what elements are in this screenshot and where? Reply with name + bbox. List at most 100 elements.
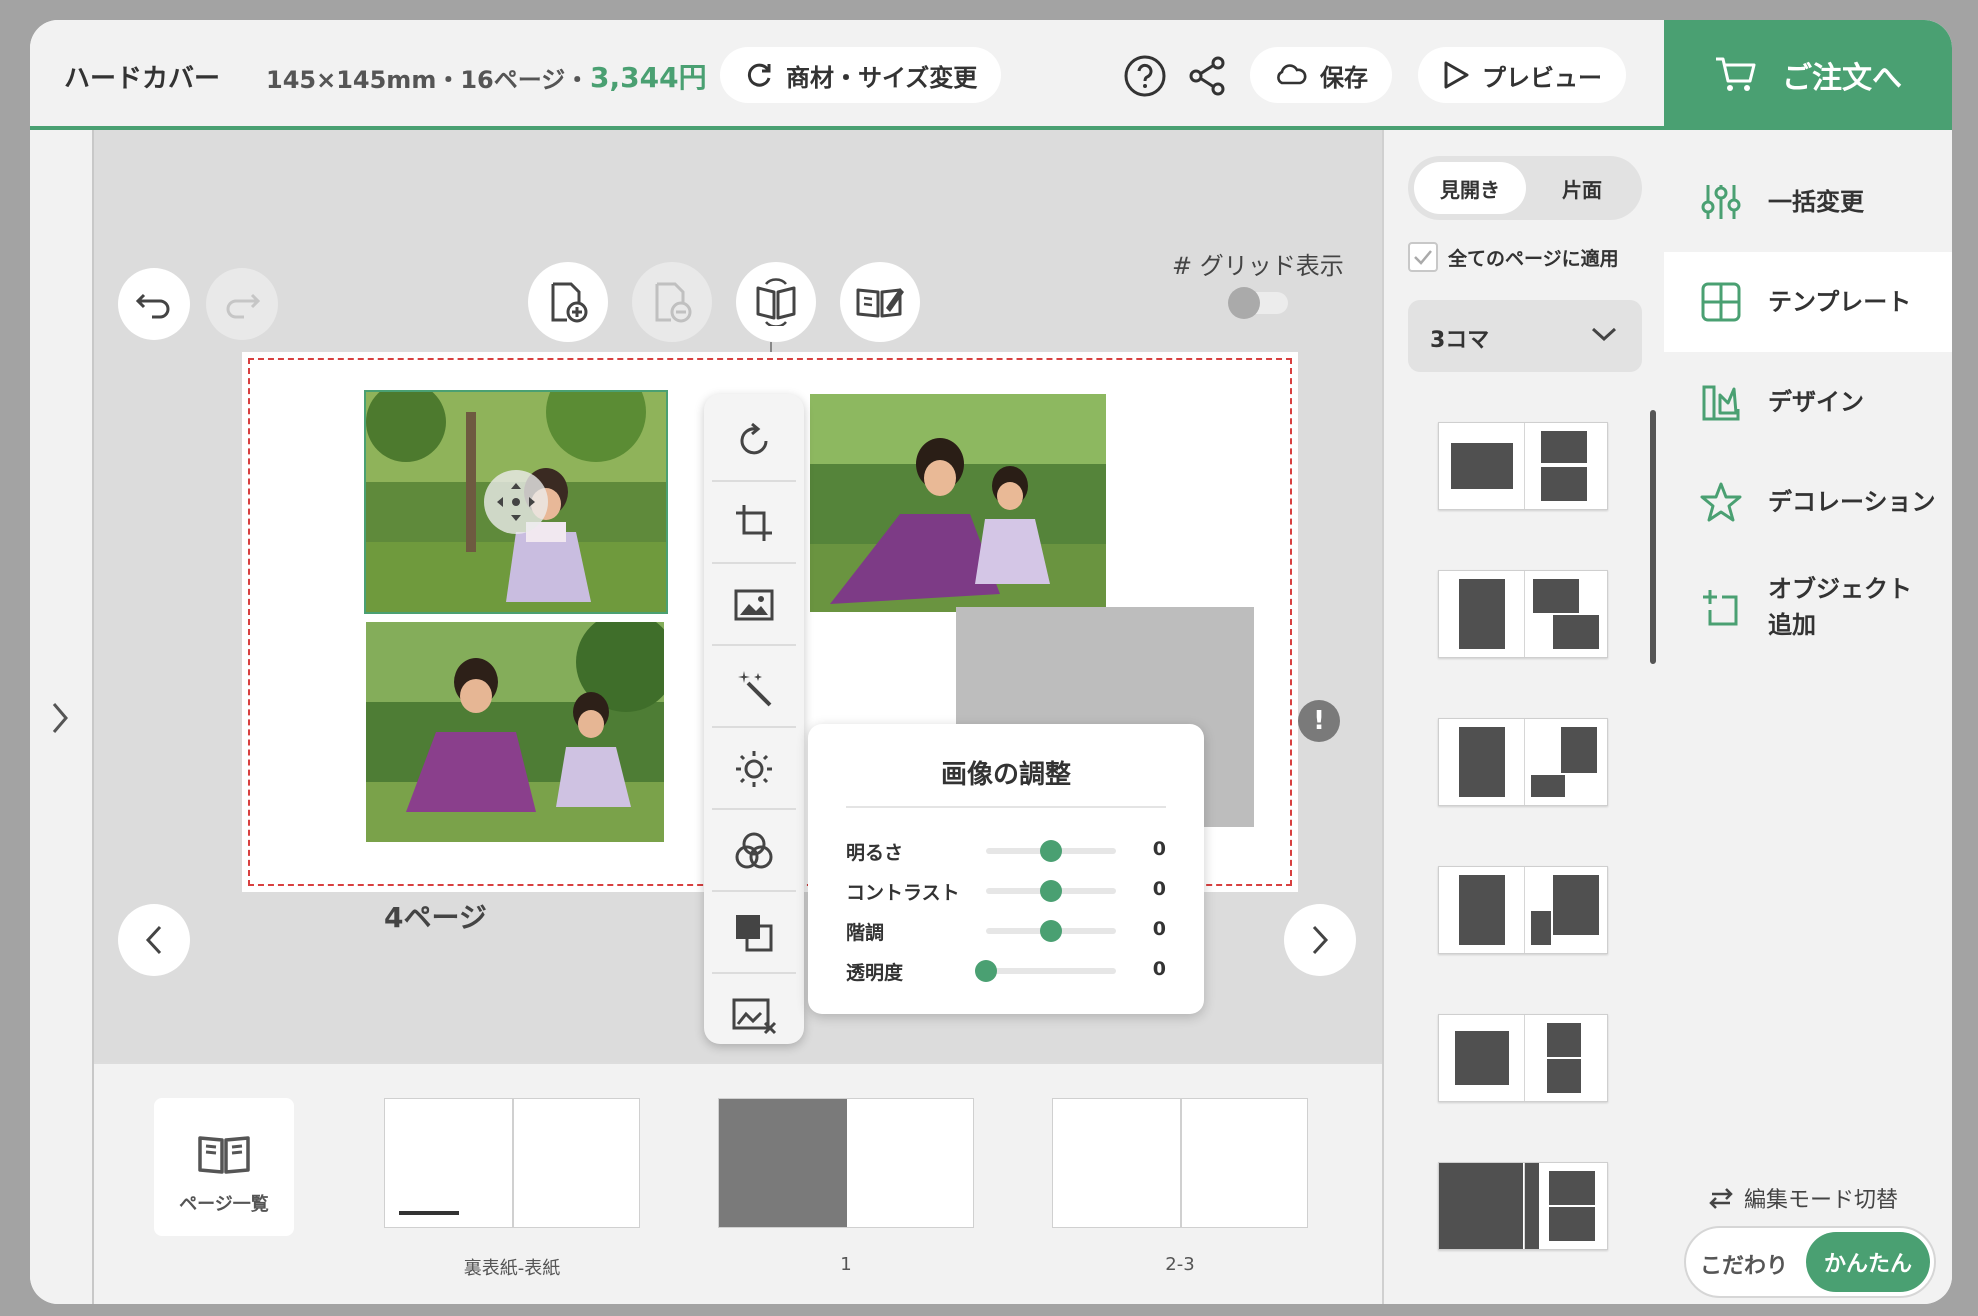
undo-button[interactable] bbox=[118, 268, 190, 340]
prev-page-button[interactable] bbox=[118, 904, 190, 976]
apply-all-label: 全てのページに適用 bbox=[1448, 247, 1619, 270]
adjust-button[interactable] bbox=[712, 730, 796, 810]
brightness-label: 明るさ bbox=[846, 842, 904, 864]
layer-order-button[interactable] bbox=[712, 894, 796, 974]
grid-toggle-label: # グリッド表示 bbox=[1172, 246, 1344, 281]
thumb-page-2-3[interactable] bbox=[1052, 1098, 1308, 1228]
thumb-page-1[interactable] bbox=[718, 1098, 974, 1228]
divider bbox=[846, 806, 1166, 808]
help-icon[interactable] bbox=[1122, 53, 1168, 99]
order-button[interactable]: ご注文へ bbox=[1664, 20, 1952, 130]
thumb-cover[interactable] bbox=[384, 1098, 640, 1228]
layout-icon bbox=[1701, 282, 1741, 322]
chevron-right-icon[interactable] bbox=[46, 698, 74, 738]
template-option-5[interactable] bbox=[1438, 1014, 1608, 1102]
contrast-label: コントラスト bbox=[846, 882, 960, 904]
photo-slot-3[interactable] bbox=[810, 394, 1106, 612]
swap-icon bbox=[1709, 1188, 1733, 1209]
menu-decoration[interactable]: デコレーション bbox=[1664, 452, 1952, 552]
photo-slot-1[interactable] bbox=[364, 390, 668, 614]
photo-slot-2[interactable] bbox=[366, 622, 664, 842]
apply-all-checkbox[interactable] bbox=[1408, 242, 1438, 272]
preview-label: プレビュー bbox=[1482, 63, 1602, 92]
grid-toggle[interactable] bbox=[1228, 287, 1288, 319]
tone-slider[interactable] bbox=[986, 920, 1116, 942]
left-rail bbox=[30, 130, 94, 1304]
layout-count-select[interactable]: 3コマ bbox=[1408, 300, 1642, 372]
template-right-page bbox=[1524, 1163, 1608, 1249]
edit-mode-switch[interactable]: こだわり かんたん bbox=[1684, 1226, 1936, 1298]
mode-detail[interactable]: こだわり bbox=[1700, 1248, 1788, 1280]
add-page-icon bbox=[551, 282, 588, 323]
contrast-value: 0 bbox=[1152, 878, 1166, 900]
delete-page-button[interactable] bbox=[632, 262, 712, 342]
auto-enhance-button[interactable] bbox=[712, 648, 796, 728]
add-page-button[interactable] bbox=[528, 262, 608, 342]
swap-pages-icon bbox=[756, 278, 796, 326]
menu-design[interactable]: デザイン bbox=[1664, 352, 1952, 452]
page-list-label: ページ一覧 bbox=[179, 1194, 269, 1215]
template-option-2[interactable] bbox=[1438, 570, 1608, 658]
template-option-4[interactable] bbox=[1438, 866, 1608, 954]
product-price: 3,344円 bbox=[590, 61, 707, 94]
sliders-icon bbox=[1701, 185, 1741, 219]
book-edit-icon bbox=[856, 288, 904, 318]
change-product-button[interactable]: 商材・サイズ変更 bbox=[720, 47, 1002, 103]
product-spec: 145×145mm・16ページ・ bbox=[266, 66, 590, 94]
edit-spread-button[interactable] bbox=[840, 262, 920, 342]
preview-button[interactable]: プレビュー bbox=[1418, 47, 1626, 103]
tone-value: 0 bbox=[1152, 918, 1166, 940]
brightness-thumb[interactable] bbox=[1040, 840, 1062, 862]
brightness-icon bbox=[736, 751, 772, 787]
swap-pages-button[interactable] bbox=[736, 262, 816, 342]
edit-mode-label-text: 編集モード切替 bbox=[1744, 1188, 1899, 1213]
mode-easy[interactable]: かんたん bbox=[1806, 1232, 1930, 1292]
warning-badge[interactable]: ! bbox=[1298, 700, 1340, 742]
contrast-row: コントラスト 0 bbox=[846, 876, 1166, 906]
grid-toggle-knob bbox=[1228, 287, 1260, 319]
menu-add-object[interactable]: オブジェクト追加 bbox=[1664, 552, 1952, 662]
replace-image-button[interactable] bbox=[712, 566, 796, 646]
save-label: 保存 bbox=[1320, 63, 1368, 92]
page-thumbnail-strip: ページ一覧 裏表紙-表紙 1 2-3 bbox=[94, 1062, 1386, 1304]
save-button[interactable]: 保存 bbox=[1250, 47, 1392, 103]
tone-thumb[interactable] bbox=[1040, 920, 1062, 942]
spread-mode-segment: 見開き 片面 bbox=[1408, 156, 1642, 220]
image-icon bbox=[734, 589, 774, 621]
crop-button[interactable] bbox=[712, 484, 796, 564]
adjust-panel-title: 画像の調整 bbox=[940, 760, 1071, 790]
template-left-page bbox=[1439, 423, 1523, 509]
magic-wand-icon bbox=[738, 671, 772, 707]
contrast-thumb[interactable] bbox=[1040, 880, 1062, 902]
redo-button[interactable] bbox=[206, 268, 278, 340]
remove-image-button[interactable] bbox=[712, 976, 796, 1056]
menu-template[interactable]: テンプレート bbox=[1664, 252, 1952, 352]
menu-bulk-change[interactable]: 一括変更 bbox=[1664, 152, 1952, 252]
template-option-6[interactable] bbox=[1438, 1162, 1608, 1250]
chevron-down-icon bbox=[1591, 327, 1617, 342]
layers-icon bbox=[736, 915, 773, 952]
contrast-slider[interactable] bbox=[986, 880, 1116, 902]
template-option-1[interactable] bbox=[1438, 422, 1608, 510]
page-list-button[interactable]: ページ一覧 bbox=[154, 1098, 294, 1236]
filter-button[interactable] bbox=[712, 812, 796, 892]
refresh-icon bbox=[747, 63, 771, 87]
thumb-spine bbox=[1180, 1099, 1182, 1227]
seg-single[interactable]: 片面 bbox=[1526, 162, 1638, 214]
move-handle[interactable] bbox=[484, 470, 548, 534]
image-toolbar bbox=[704, 394, 804, 1044]
opacity-thumb[interactable] bbox=[975, 960, 997, 982]
delete-page-icon bbox=[655, 282, 692, 323]
side-menu: 一括変更 テンプレート デザイン デコレーション オブジェクト追加 編集モード切… bbox=[1664, 130, 1952, 1304]
share-icon[interactable] bbox=[1184, 53, 1230, 99]
opacity-slider[interactable] bbox=[975, 960, 1116, 982]
next-page-button[interactable] bbox=[1284, 904, 1356, 976]
rotate-button[interactable] bbox=[712, 402, 796, 482]
redo-icon bbox=[226, 293, 261, 319]
template-scrollbar[interactable] bbox=[1650, 410, 1656, 664]
page-number-label: 4ページ bbox=[384, 901, 487, 934]
brightness-slider[interactable] bbox=[986, 840, 1116, 862]
seg-spread[interactable]: 見開き bbox=[1414, 162, 1526, 214]
template-option-3[interactable] bbox=[1438, 718, 1608, 806]
undo-icon bbox=[135, 293, 170, 319]
